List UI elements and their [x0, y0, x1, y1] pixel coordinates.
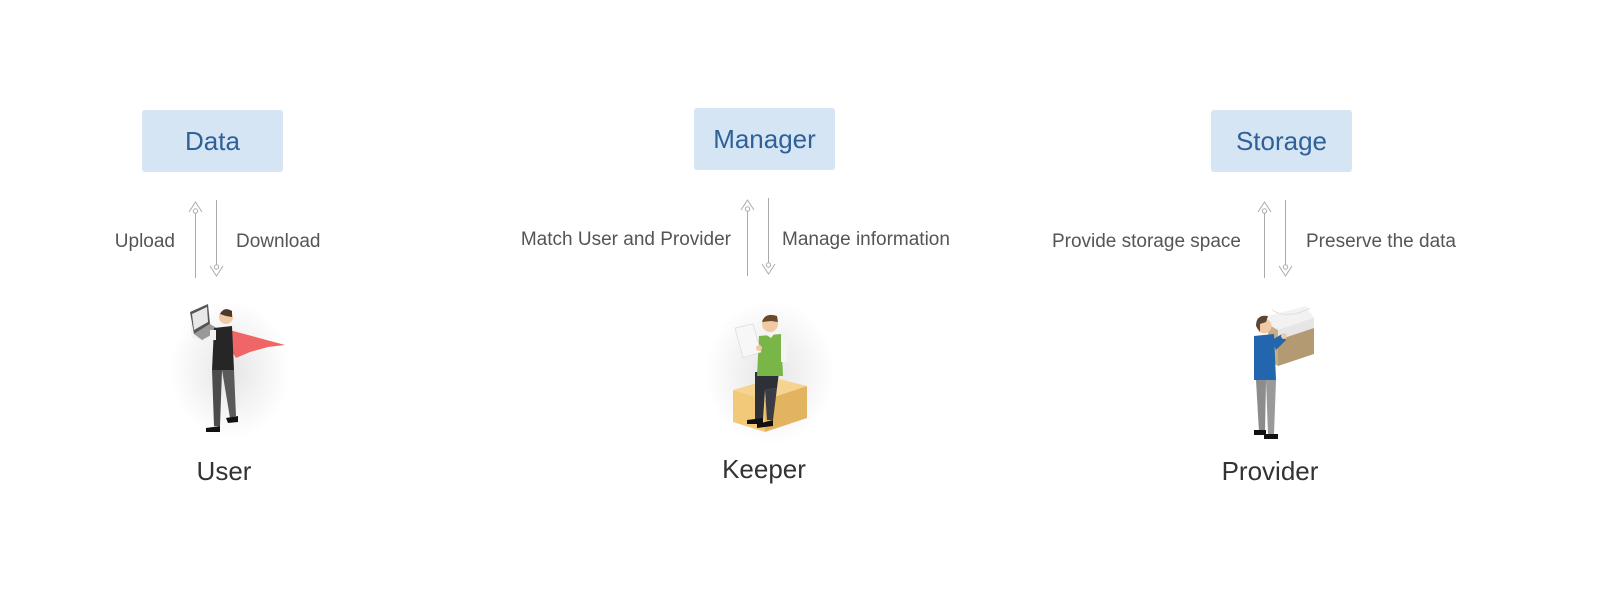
bidirectional-arrows: [188, 200, 224, 278]
download-label: Download: [236, 231, 321, 252]
storage-box-label: Storage: [1235, 125, 1328, 156]
superhero-user-with-laptop-icon: [190, 304, 285, 432]
data-box-label: Data: [185, 125, 240, 156]
provide-storage-space-label: Provide storage space: [1051, 231, 1241, 252]
down-arrow-icon: [1278, 200, 1293, 277]
down-arrow-icon: [209, 200, 224, 277]
keeper-reading-on-box-icon: [733, 314, 807, 432]
preserve-the-data-label: Preserve the data: [1306, 231, 1456, 252]
up-arrow-icon: [1257, 201, 1272, 278]
keeper-role-label: Keeper: [722, 454, 806, 484]
bidirectional-arrows: [740, 198, 776, 276]
provider-carrying-box-icon: [1254, 306, 1314, 439]
manage-information-label: Manage information: [782, 229, 950, 250]
up-arrow-icon: [740, 199, 755, 276]
manager-box-label: Manager: [713, 123, 816, 154]
up-arrow-icon: [188, 201, 203, 278]
bidirectional-arrows: [1257, 200, 1293, 278]
upload-label: Upload: [114, 231, 175, 252]
match-user-provider-label: Match User and Provider: [520, 229, 731, 250]
user-role-label: User: [196, 456, 252, 486]
storage-box: Storage: [1211, 110, 1352, 172]
manager-box: Manager: [694, 108, 835, 170]
provider-role-label: Provider: [1221, 456, 1319, 486]
data-box: Data: [142, 110, 283, 172]
down-arrow-icon: [761, 198, 776, 275]
